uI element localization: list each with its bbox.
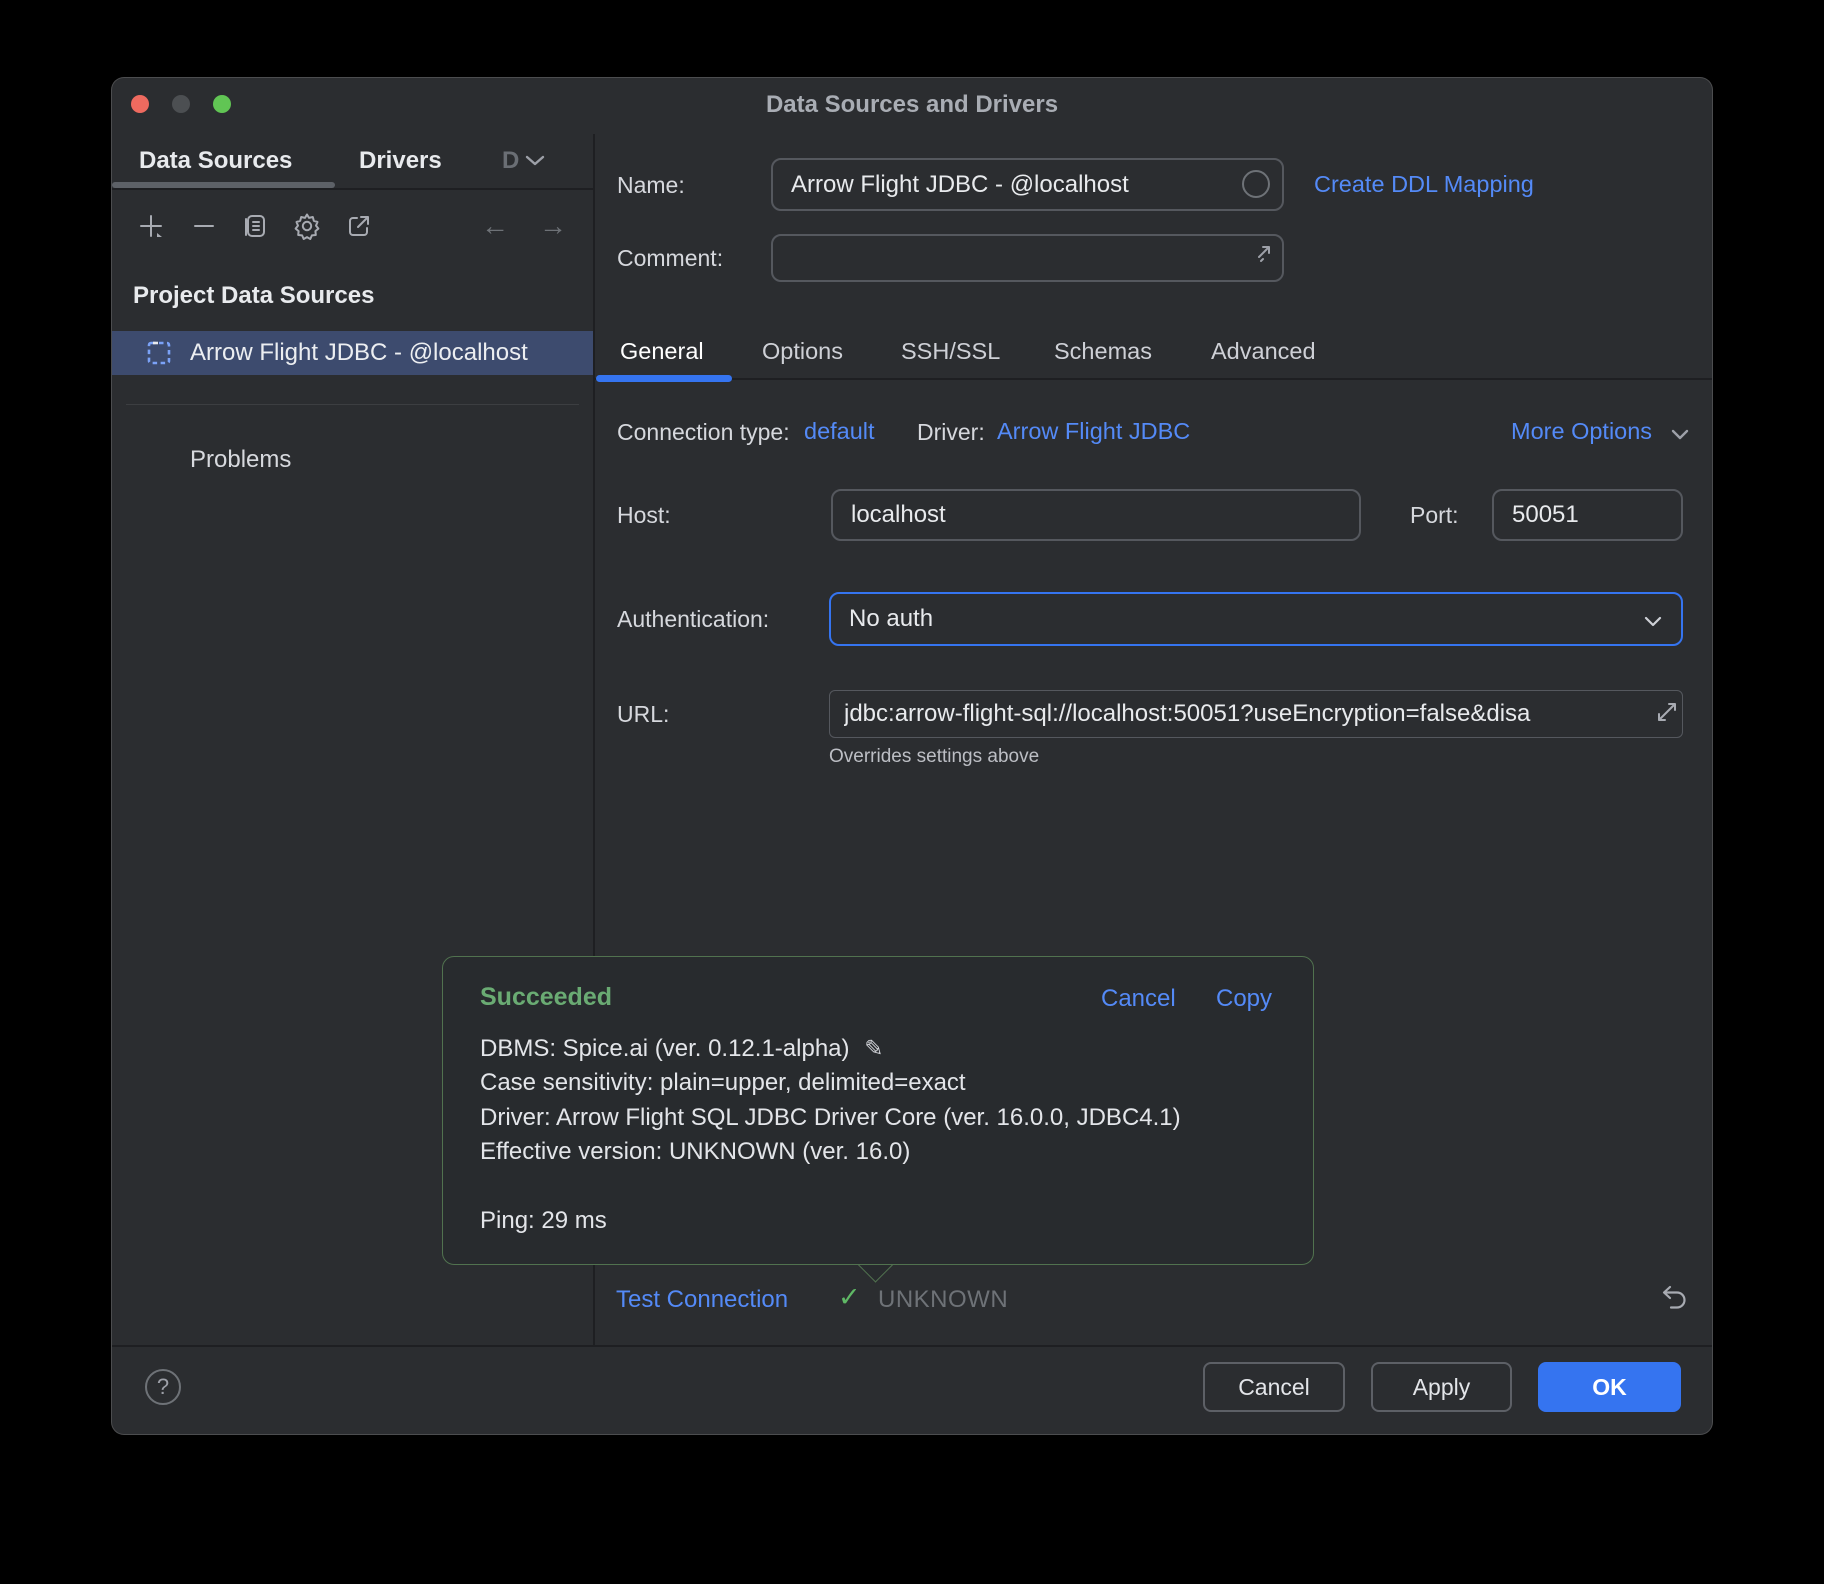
url-hint: Overrides settings above [829, 746, 1039, 768]
success-check-icon: ✓ [838, 1282, 861, 1313]
expand-url-icon[interactable] [1654, 699, 1680, 730]
connection-result-status: UNKNOWN [878, 1284, 1008, 1316]
tabs-overflow-chevron-icon[interactable] [524, 153, 546, 172]
test-connection-link[interactable]: Test Connection [616, 1284, 788, 1316]
tab-data-sources[interactable]: Data Sources [139, 138, 292, 184]
popup-copy-link[interactable]: Copy [1216, 985, 1272, 1013]
apply-button[interactable]: Apply [1371, 1362, 1512, 1412]
url-value: jdbc:arrow-flight-sql://localhost:50051?… [844, 691, 1652, 737]
connection-type-label: Connection type: [617, 418, 790, 446]
driver-label: Driver: [917, 418, 985, 446]
tab-ddl-truncated[interactable]: D [502, 138, 519, 184]
tab-schemas[interactable]: Schemas [1054, 328, 1152, 374]
settings-gear-button[interactable] [291, 210, 323, 242]
problems-label[interactable]: Problems [190, 444, 291, 476]
host-input[interactable]: localhost [831, 489, 1361, 541]
data-sources-dialog: Data Sources and Drivers Data Sources Dr… [112, 78, 1712, 1434]
result-line-effective-version: Effective version: UNKNOWN (ver. 16.0) [480, 1135, 1283, 1169]
create-ddl-mapping-link[interactable]: Create DDL Mapping [1314, 171, 1534, 198]
data-source-list-item[interactable]: Arrow Flight JDBC - @localhost [112, 331, 593, 375]
ok-button[interactable]: OK [1538, 1362, 1681, 1412]
tab-advanced[interactable]: Advanced [1211, 328, 1316, 374]
tab-general[interactable]: General [620, 328, 704, 374]
authentication-select[interactable]: No auth [829, 592, 1683, 646]
add-data-source-button[interactable] [135, 210, 167, 242]
connection-type-value-link[interactable]: default [804, 418, 875, 445]
tab-options[interactable]: Options [762, 328, 843, 374]
tab-ssh-ssl[interactable]: SSH/SSL [901, 328, 1000, 374]
window-title: Data Sources and Drivers [112, 91, 1712, 119]
result-line-ping: Ping: 29 ms [480, 1204, 1283, 1238]
result-line-dbms: DBMS: Spice.ai (ver. 0.12.1-alpha) ✎ [480, 1031, 1283, 1066]
active-general-tab-indicator [596, 375, 732, 382]
authentication-label: Authentication: [617, 605, 769, 633]
authentication-chevron-icon [1643, 615, 1663, 633]
database-driver-icon [146, 340, 172, 371]
active-tab-indicator [112, 182, 335, 188]
authentication-value: No auth [849, 594, 933, 644]
test-connection-popup: Succeeded Cancel Copy DBMS: Spice.ai (ve… [442, 956, 1314, 1265]
comment-label: Comment: [617, 244, 723, 272]
name-input[interactable]: Arrow Flight JDBC - @localhost [771, 158, 1284, 211]
data-source-label: Arrow Flight JDBC - @localhost [190, 331, 590, 375]
result-line-driver: Driver: Arrow Flight SQL JDBC Driver Cor… [480, 1101, 1283, 1135]
result-line-blank [480, 1170, 1283, 1204]
port-input[interactable]: 50051 [1492, 489, 1683, 541]
result-line-case-sensitivity: Case sensitivity: plain=upper, delimited… [480, 1066, 1283, 1100]
open-in-new-window-button[interactable] [343, 210, 375, 242]
help-button[interactable]: ? [145, 1369, 181, 1405]
name-value: Arrow Flight JDBC - @localhost [791, 160, 1129, 209]
host-value: localhost [851, 491, 946, 539]
popup-cancel-link[interactable]: Cancel [1101, 985, 1176, 1013]
more-options-link[interactable]: More Options [1511, 418, 1652, 445]
duplicate-button[interactable] [239, 210, 271, 242]
edit-dbms-pencil-icon[interactable]: ✎ [856, 1035, 883, 1061]
revert-undo-button[interactable] [1656, 1280, 1692, 1316]
driver-value-link[interactable]: Arrow Flight JDBC [997, 418, 1190, 445]
forward-button[interactable]: → [537, 210, 569, 242]
left-header-border [112, 188, 593, 190]
port-label: Port: [1410, 501, 1459, 529]
expand-comment-icon[interactable] [1250, 242, 1274, 271]
progress-circle-icon [1242, 170, 1270, 198]
comment-input[interactable] [771, 234, 1284, 282]
remove-data-source-button[interactable] [188, 210, 220, 242]
back-button[interactable]: ← [479, 210, 511, 242]
name-label: Name: [617, 171, 685, 199]
host-label: Host: [617, 501, 671, 529]
section-title: Project Data Sources [133, 282, 374, 310]
popup-status-succeeded: Succeeded [480, 983, 612, 1012]
sidebar-divider [126, 404, 579, 405]
more-options-chevron-icon[interactable] [1670, 428, 1690, 446]
tab-drivers[interactable]: Drivers [359, 138, 442, 184]
cancel-button[interactable]: Cancel [1203, 1362, 1345, 1412]
url-input[interactable]: jdbc:arrow-flight-sql://localhost:50051?… [829, 690, 1683, 738]
footer-divider [112, 1345, 1712, 1347]
url-label: URL: [617, 700, 669, 728]
port-value: 50051 [1512, 491, 1579, 539]
tabs-border [593, 378, 1712, 380]
